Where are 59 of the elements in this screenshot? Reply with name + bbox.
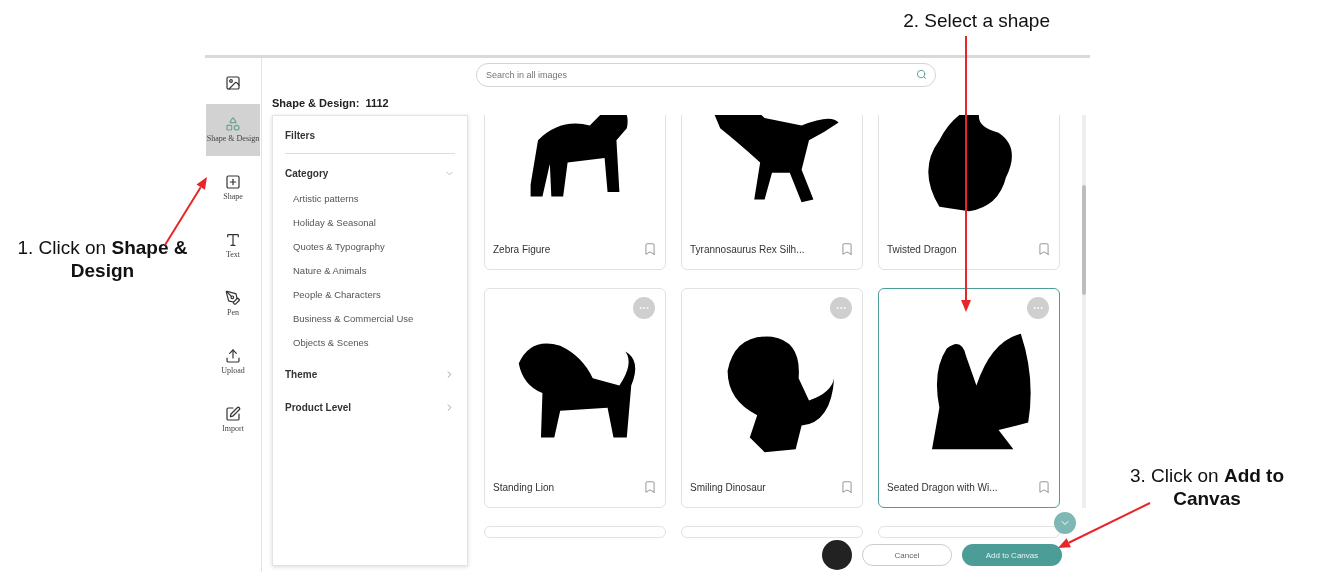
more-button[interactable] <box>1027 297 1049 319</box>
shape-card[interactable]: Smiling Dinosaur <box>681 288 863 508</box>
filter-group[interactable]: Product Level <box>285 388 455 421</box>
scrollbar[interactable] <box>1082 115 1086 508</box>
upload-icon <box>225 348 241 365</box>
card-title: Smiling Dinosaur <box>690 481 766 493</box>
more-button[interactable] <box>830 297 852 319</box>
sidebar-item[interactable]: Shape & Design <box>206 104 260 156</box>
edit-icon <box>225 406 241 423</box>
filter-option[interactable]: Business & Commercial Use <box>285 307 455 331</box>
bookmark-icon[interactable] <box>643 480 657 494</box>
filter-option[interactable]: Objects & Scenes <box>285 331 455 355</box>
bookmark-icon[interactable] <box>1037 242 1051 256</box>
instruction-text: 1. Click on Shape & Design <box>16 237 189 283</box>
instruction-text: 3. Click on Add to Canvas <box>1128 465 1286 511</box>
filter-title: Filters <box>285 116 455 154</box>
bookmark-icon[interactable] <box>840 480 854 494</box>
shape-card[interactable]: Tyrannosaurus Rex Silh... <box>681 115 863 270</box>
filter-group[interactable]: Category <box>285 154 455 187</box>
cancel-button[interactable]: Cancel <box>862 544 952 566</box>
filter-option[interactable]: People & Characters <box>285 283 455 307</box>
search-icon <box>916 69 927 80</box>
bookmark-icon[interactable] <box>643 242 657 256</box>
sidebar-item[interactable]: Pen <box>206 278 260 330</box>
sidebar-item[interactable]: Upload <box>206 336 260 388</box>
more-button[interactable] <box>633 297 655 319</box>
shape-card[interactable]: Zebra Figure <box>484 115 666 270</box>
card-title: Seated Dragon with Wi... <box>887 481 998 493</box>
sidebar-item[interactable]: Text <box>206 220 260 272</box>
shape-card[interactable] <box>484 526 666 538</box>
result-count: 1112 <box>365 97 389 109</box>
bookmark-icon[interactable] <box>840 242 854 256</box>
shape-card[interactable] <box>681 526 863 538</box>
sidebar-item[interactable]: Shape <box>206 162 260 214</box>
card-title: Twisted Dragon <box>887 243 957 255</box>
filter-group[interactable]: Theme <box>285 355 455 388</box>
shape-add-icon <box>225 174 241 191</box>
filter-option[interactable]: Quotes & Typography <box>285 235 455 259</box>
shapes-icon <box>225 116 241 133</box>
shape-card[interactable]: Twisted Dragon <box>878 115 1060 270</box>
scroll-down-button[interactable] <box>1054 512 1076 534</box>
bookmark-icon[interactable] <box>1037 480 1051 494</box>
search-field[interactable]: Search in all images <box>476 63 936 87</box>
shape-card[interactable]: Seated Dragon with Wi... <box>878 288 1060 508</box>
filter-option[interactable]: Artistic patterns <box>285 187 455 211</box>
shape-card[interactable]: Standing Lion <box>484 288 666 508</box>
text-icon <box>225 232 241 249</box>
avatar <box>822 540 852 570</box>
pen-icon <box>225 290 241 307</box>
image-icon <box>225 75 241 91</box>
card-title: Zebra Figure <box>493 243 551 255</box>
sidebar-item[interactable]: Import <box>206 394 260 446</box>
card-title: Tyrannosaurus Rex Silh... <box>690 243 805 255</box>
shape-card[interactable] <box>878 526 1060 538</box>
filter-option[interactable]: Nature & Animals <box>285 259 455 283</box>
filter-option[interactable]: Holiday & Seasonal <box>285 211 455 235</box>
section-title: Shape & Design: <box>272 97 360 109</box>
instruction-text: 2. Select a shape <box>903 10 1050 33</box>
card-title: Standing Lion <box>493 481 555 493</box>
